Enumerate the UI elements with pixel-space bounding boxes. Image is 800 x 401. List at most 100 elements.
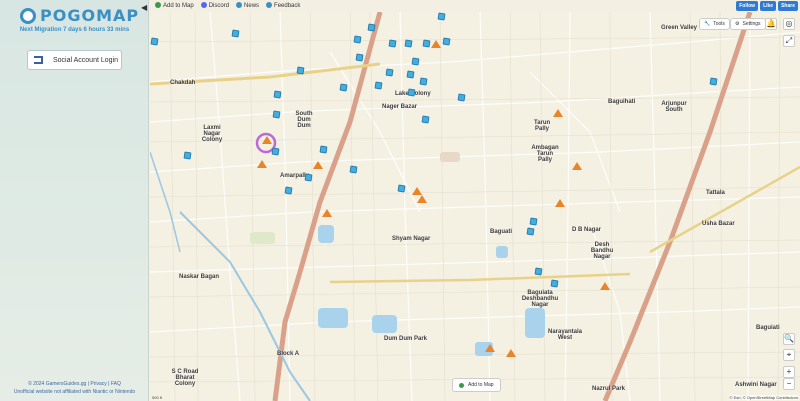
pokestop-marker[interactable] xyxy=(353,35,362,44)
map-label-baguiata-deshbandhu-nagar: Baguiata Deshbandhu Nagar xyxy=(521,290,559,308)
gym-marker[interactable] xyxy=(257,160,267,168)
feedback-icon xyxy=(266,2,273,8)
gym-marker[interactable] xyxy=(485,344,495,352)
add-to-map-button[interactable]: Add to Map xyxy=(452,378,501,392)
news-icon xyxy=(236,2,243,8)
fullscreen-icon[interactable]: ⤢ xyxy=(783,35,795,47)
map-label-tattala: Tattala xyxy=(706,190,725,196)
social-login-label: Social Account Login xyxy=(53,56,118,64)
gym-marker[interactable] xyxy=(417,195,427,203)
pokestop-marker[interactable] xyxy=(355,53,364,62)
map-label-laxmi-nagar-colony: Laxmi Nagar Colony xyxy=(201,125,223,143)
plus-icon xyxy=(155,2,161,8)
add-icon xyxy=(459,382,464,388)
feedback-link[interactable]: Feedback xyxy=(266,2,300,9)
pokestop-marker[interactable] xyxy=(150,37,159,46)
pokestop-marker[interactable] xyxy=(349,165,358,174)
pokestop-marker[interactable] xyxy=(529,217,538,226)
pokestop-marker[interactable] xyxy=(442,37,451,46)
pokestop-marker[interactable] xyxy=(404,39,413,48)
search-icon[interactable]: 🔍 xyxy=(783,333,795,345)
pokestop-marker[interactable] xyxy=(419,77,428,86)
pokestop-marker[interactable] xyxy=(411,57,420,66)
pokestop-marker[interactable] xyxy=(271,147,280,156)
footer-links[interactable]: © 2024 GamersGuides.gg | Privacy | FAQ xyxy=(0,380,149,388)
geolocate-icon[interactable]: ⌖ xyxy=(783,349,795,361)
zoom-in-button[interactable]: + xyxy=(783,366,795,378)
pokestop-marker[interactable] xyxy=(284,186,293,195)
notifications-bell-icon[interactable]: 🔔 xyxy=(765,18,777,30)
pokestop-marker[interactable] xyxy=(319,145,328,154)
map-label-baguati: Baguati xyxy=(490,229,513,235)
gym-marker[interactable] xyxy=(431,40,441,48)
pokestop-marker[interactable] xyxy=(374,81,383,90)
pokestop-marker[interactable] xyxy=(406,70,415,79)
map-label-usha-bazar: Usha Bazar xyxy=(702,221,735,227)
gym-marker[interactable] xyxy=(412,187,422,195)
pokestop-marker[interactable] xyxy=(421,115,430,124)
tools-button[interactable]: 🔧 Tools xyxy=(699,18,730,30)
gym-marker[interactable] xyxy=(555,199,565,207)
pokestop-marker[interactable] xyxy=(388,39,397,48)
pokeball-icon xyxy=(20,7,36,24)
gym-marker[interactable] xyxy=(313,161,323,169)
pokestop-marker[interactable] xyxy=(550,279,559,288)
pokestop-marker[interactable] xyxy=(385,68,394,77)
gym-marker[interactable] xyxy=(262,136,272,144)
login-icon xyxy=(34,56,43,64)
map-label-green-valley: Green Valley xyxy=(661,25,698,31)
map-label-ashwini-nagar: Ashwini Nagar xyxy=(735,382,777,388)
map-label-baguiati: Baguiati xyxy=(756,325,780,331)
map-scale: 500 ft xyxy=(152,395,163,400)
gym-marker[interactable] xyxy=(572,162,582,170)
map-label-naskar-bagan: Naskar Bagan xyxy=(179,274,220,280)
map-label-block-a: Block A xyxy=(277,351,300,357)
map-label-tarun-pally: Tarun Pally xyxy=(534,120,551,132)
map-label-baguihati: Baguihati xyxy=(608,99,636,105)
pokestop-marker[interactable] xyxy=(339,83,348,92)
pokestop-marker[interactable] xyxy=(709,77,718,86)
map-label-shyam-nagar: Shyam Nagar xyxy=(392,236,431,242)
gym-marker[interactable] xyxy=(553,109,563,117)
twitter-follow-button[interactable]: Follow xyxy=(736,1,759,11)
pokestop-marker[interactable] xyxy=(272,110,281,119)
settings-button[interactable]: ⚙ Settings xyxy=(730,18,766,30)
pokestop-marker[interactable] xyxy=(304,173,313,182)
zoom-out-button[interactable]: − xyxy=(783,378,795,390)
pokestop-marker[interactable] xyxy=(437,12,446,21)
collapse-sidebar-icon[interactable]: ◀ xyxy=(141,3,147,12)
gym-marker[interactable] xyxy=(322,209,332,217)
discord-link[interactable]: Discord xyxy=(200,2,229,9)
footer-disclaimer: Unofficial website not affiliated with N… xyxy=(13,389,136,395)
migration-countdown: Next Migration 7 days 6 hours 33 mins xyxy=(19,27,130,33)
pokestop-marker[interactable] xyxy=(526,227,535,236)
gym-marker[interactable] xyxy=(600,282,610,290)
pokestop-marker[interactable] xyxy=(534,267,543,276)
map-label-dum-dum-park: Dum Dum Park xyxy=(384,336,428,342)
pokestop-marker[interactable] xyxy=(183,151,192,160)
social-buttons: Follow Like Share xyxy=(736,1,798,11)
facebook-like-button[interactable]: Like xyxy=(760,1,777,11)
social-login-button[interactable]: Social Account Login xyxy=(27,50,122,70)
news-link[interactable]: News xyxy=(236,2,259,9)
facebook-share-button[interactable]: Share xyxy=(778,1,798,11)
map-label-nazrul-park: Nazrul Park xyxy=(592,386,626,392)
gear-icon: ⚙ xyxy=(735,21,740,27)
pokestop-marker[interactable] xyxy=(367,23,376,32)
pokestop-marker[interactable] xyxy=(422,39,431,48)
pokestop-marker[interactable] xyxy=(457,93,466,102)
pokestop-marker[interactable] xyxy=(397,184,406,193)
map-label-desh-bandhu-nagar: Desh Bandhu Nagar xyxy=(590,242,614,260)
map-label-db-nagar: D B Nagar xyxy=(572,227,602,233)
pokestop-marker[interactable] xyxy=(231,29,240,38)
pogomap-logo[interactable]: POGOMAP xyxy=(20,6,139,25)
pokestop-marker[interactable] xyxy=(407,88,416,97)
pokestop-marker[interactable] xyxy=(296,66,305,75)
gym-marker[interactable] xyxy=(506,349,516,357)
map-label-nager-bazar: Nager Bazar xyxy=(382,104,418,110)
add-to-map-link[interactable]: Add to Map xyxy=(155,2,194,9)
sidebar-footer: © 2024 GamersGuides.gg | Privacy | FAQ U… xyxy=(0,380,149,396)
locate-me-icon[interactable]: ◎ xyxy=(783,18,795,30)
map-view[interactable]: Green Valley Chakdah Lake Colony Nager B… xyxy=(150,12,800,401)
pokestop-marker[interactable] xyxy=(273,90,282,99)
